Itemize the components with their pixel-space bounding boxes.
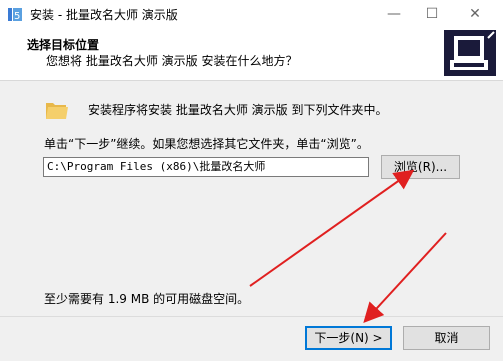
cancel-button[interactable]: 取消 — [403, 326, 490, 350]
browse-button[interactable]: 浏览(R)... — [381, 155, 460, 179]
minimize-button[interactable]: — — [376, 0, 412, 28]
arrow-to-browse — [249, 169, 415, 287]
wizard-header: 选择目标位置 您想将 批量改名大师 演示版 安装在什么地方？ — [0, 28, 503, 81]
maximize-icon: ☐ — [425, 6, 439, 22]
title-bar: 5 安装 - 批量改名大师 演示版 — ☐ ✕ — [0, 0, 503, 28]
svg-text:5: 5 — [14, 11, 20, 22]
maximize-button[interactable]: ☐ — [414, 0, 450, 28]
close-button[interactable]: ✕ — [457, 0, 493, 28]
setup-computer-icon — [444, 30, 496, 76]
install-path-input[interactable]: C:\Program Files (x86)\批量改名大师 — [43, 157, 369, 177]
disk-space-text: 至少需要有 1.9 MB 的可用磁盘空间。 — [44, 292, 250, 306]
next-button[interactable]: 下一步(N) > — [305, 326, 392, 350]
page-title: 选择目标位置 — [27, 38, 100, 52]
app-installer-icon: 5 — [8, 8, 22, 22]
instruction-text: 单击“下一步”继续。如果您想选择其它文件夹，单击“浏览”。 — [44, 137, 369, 151]
folder-icon — [46, 103, 68, 119]
footer-divider — [0, 316, 503, 317]
page-subtitle: 您想将 批量改名大师 演示版 安装在什么地方？ — [46, 54, 298, 68]
arrow-to-next — [363, 232, 447, 323]
close-icon: ✕ — [469, 6, 481, 22]
install-location-text: 安装程序将安装 批量改名大师 演示版 到下列文件夹中。 — [88, 103, 388, 117]
minimize-icon: — — [387, 6, 401, 22]
window-title: 安装 - 批量改名大师 演示版 — [30, 8, 178, 22]
